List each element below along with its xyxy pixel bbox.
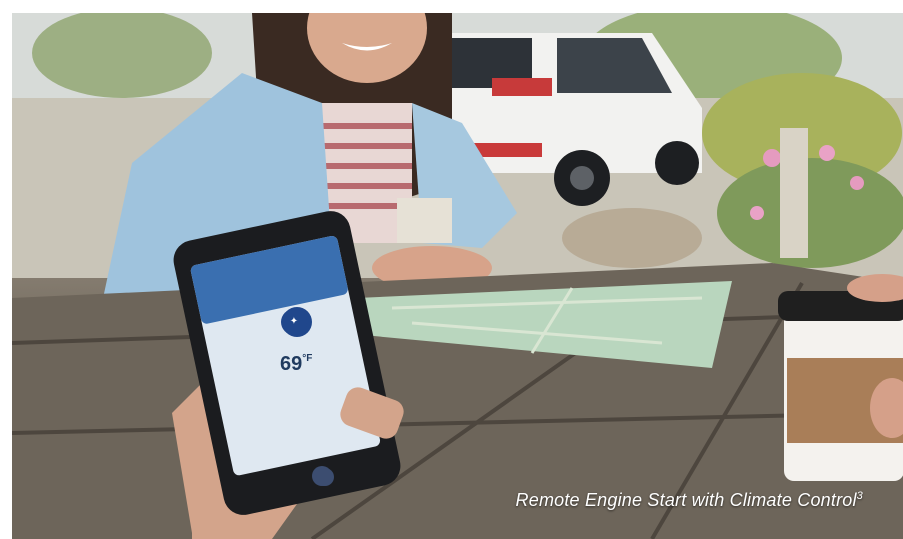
rock (562, 208, 702, 268)
flower (763, 149, 781, 167)
wooden-post (780, 128, 808, 258)
coffee-cup (778, 274, 903, 481)
flower (819, 145, 835, 161)
flower (850, 176, 864, 190)
bush-flowers (717, 158, 903, 268)
subaru-star-logo-icon: ✦ (281, 309, 307, 335)
caption-footnote: 3 (856, 490, 863, 502)
hero-photo: ✦ 69°F Remote Engine Start with Climate … (12, 13, 903, 539)
flower (750, 206, 764, 220)
climate-temperature: 69°F (280, 353, 312, 376)
temperature-value: 69 (280, 353, 303, 375)
feature-caption: Remote Engine Start with Climate Control… (516, 490, 863, 511)
temperature-unit: °F (302, 353, 313, 364)
caption-text: Remote Engine Start with Climate Control (515, 490, 857, 510)
photo-scene (12, 13, 903, 539)
home-button-icon (316, 468, 334, 486)
